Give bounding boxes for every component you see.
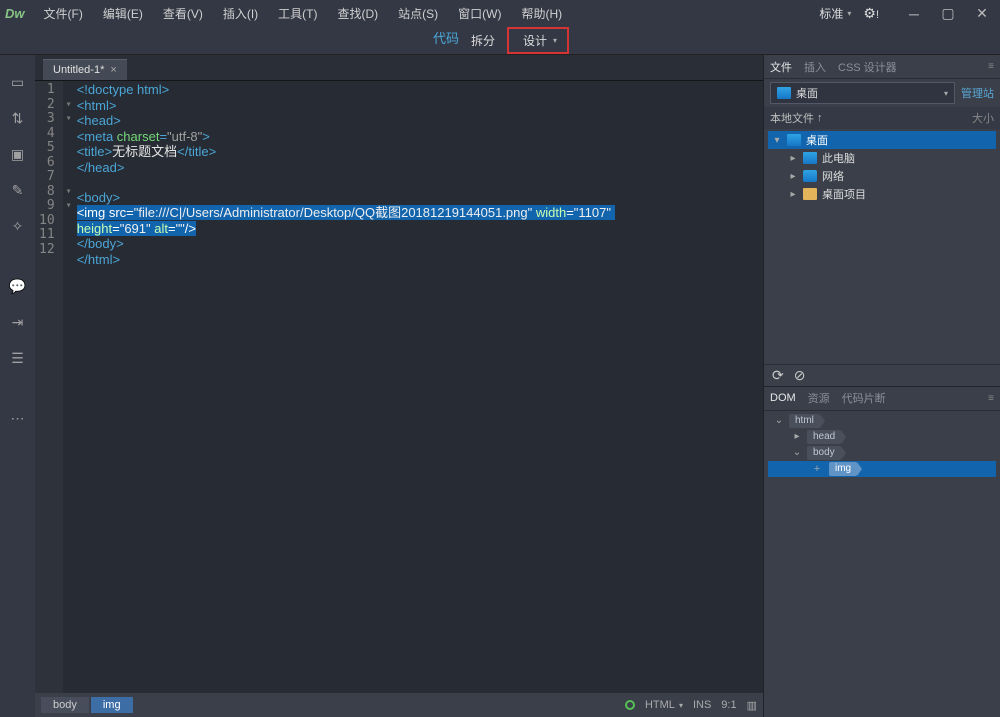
file-tree[interactable]: ▾桌面▸此电脑▸网络▸桌面项目 bbox=[764, 129, 1000, 364]
dom-tree-item[interactable]: ⌄html bbox=[768, 413, 996, 429]
file-tabstrip: Untitled-1* × bbox=[35, 55, 763, 81]
fold-gutter[interactable]: ▾ ▾ ▾ ▾ bbox=[63, 81, 75, 693]
pc-icon bbox=[803, 152, 817, 164]
crumb-img[interactable]: img bbox=[91, 697, 133, 713]
overview-icon[interactable]: ▥ bbox=[747, 699, 757, 712]
net-icon bbox=[803, 170, 817, 182]
workspace-switcher[interactable]: 标准▾ bbox=[819, 5, 851, 22]
language-selector[interactable]: HTML▾ bbox=[645, 699, 683, 711]
chevron-down-icon: ▾ bbox=[944, 89, 948, 98]
file-tree-item[interactable]: ▸网络 bbox=[768, 167, 996, 185]
dom-tree-item[interactable]: ⌄body bbox=[768, 445, 996, 461]
cursor-position: 9:1 bbox=[721, 699, 736, 711]
file-tree-item[interactable]: ▸桌面项目 bbox=[768, 185, 996, 203]
sync-icon[interactable]: ⊘ bbox=[794, 367, 806, 384]
dom-tree-item[interactable]: ▸head bbox=[768, 429, 996, 445]
files-panel-tabs: 文件 插入 CSS 设计器 ≡ bbox=[764, 55, 1000, 79]
tab-dom[interactable]: DOM bbox=[770, 392, 796, 404]
menu-item[interactable]: 插入(I) bbox=[214, 1, 267, 26]
dom-tree-item[interactable]: +img bbox=[768, 461, 996, 477]
gear-icon[interactable]: ⚙! bbox=[863, 5, 879, 22]
view-split[interactable]: 拆分 bbox=[459, 27, 507, 54]
tab-assets[interactable]: 资源 bbox=[808, 390, 830, 406]
site-dropdown[interactable]: 桌面 ▾ bbox=[770, 82, 955, 104]
menu-item[interactable]: 帮助(H) bbox=[512, 1, 571, 26]
view-code[interactable]: 代码 bbox=[431, 31, 459, 50]
options-icon[interactable]: ⇅ bbox=[9, 109, 27, 127]
code-editor[interactable]: <!doctype html> <html> <head> <meta char… bbox=[75, 81, 763, 693]
left-toolbar: ▭ ⇅ ▣ ✎ ✧ 💬 ⇥ ☰ ⋯ bbox=[0, 55, 35, 717]
desktop-icon bbox=[787, 134, 801, 146]
files-subheader: 本地文件 ↑ 大小 bbox=[764, 107, 1000, 129]
menu-item[interactable]: 查找(D) bbox=[328, 1, 387, 26]
dom-tree[interactable]: ⌄html▸head⌄body+img bbox=[764, 411, 1000, 479]
dom-panel-tabs: DOM 资源 代码片断 ≡ bbox=[764, 387, 1000, 411]
tab-css-designer[interactable]: CSS 设计器 bbox=[838, 59, 897, 75]
menu-items: 文件(F)编辑(E)查看(V)插入(I)工具(T)查找(D)站点(S)窗口(W)… bbox=[35, 1, 572, 26]
panel-menu-icon[interactable]: ≡ bbox=[988, 61, 994, 72]
chevron-down-icon: ▾ bbox=[553, 36, 557, 45]
crumb-body[interactable]: body bbox=[41, 697, 89, 713]
tab-insert[interactable]: 插入 bbox=[804, 59, 826, 75]
menu-item[interactable]: 窗口(W) bbox=[449, 1, 510, 26]
tab-snippets[interactable]: 代码片断 bbox=[842, 390, 886, 406]
minimize-button[interactable]: ─ bbox=[901, 4, 927, 24]
view-switcher: 代码 拆分 设计▾ bbox=[0, 27, 1000, 55]
more-icon[interactable]: ⋯ bbox=[9, 409, 27, 427]
brush-icon[interactable]: ✧ bbox=[9, 217, 27, 235]
menu-item[interactable]: 工具(T) bbox=[269, 1, 326, 26]
file-tree-item[interactable]: ▸此电脑 bbox=[768, 149, 996, 167]
app-logo: Dw bbox=[5, 6, 25, 21]
chevron-down-icon: ▾ bbox=[847, 9, 851, 18]
wand-icon[interactable]: ✎ bbox=[9, 181, 27, 199]
panel-menu-icon[interactable]: ≡ bbox=[988, 393, 994, 404]
tab-files[interactable]: 文件 bbox=[770, 59, 792, 75]
add-icon[interactable]: + bbox=[810, 463, 824, 475]
view-design[interactable]: 设计▾ bbox=[507, 27, 569, 54]
file-tree-item[interactable]: ▾桌面 bbox=[768, 131, 996, 149]
menu-item[interactable]: 站点(S) bbox=[389, 1, 447, 26]
indent-icon[interactable]: ⇥ bbox=[9, 313, 27, 331]
folder-icon bbox=[803, 188, 817, 200]
comment-icon[interactable]: 💬 bbox=[9, 277, 27, 295]
file-tab[interactable]: Untitled-1* × bbox=[43, 59, 127, 80]
menu-item[interactable]: 编辑(E) bbox=[94, 1, 152, 26]
document-icon[interactable]: ▭ bbox=[9, 73, 27, 91]
close-icon[interactable]: × bbox=[110, 64, 116, 76]
menu-item[interactable]: 文件(F) bbox=[35, 1, 92, 26]
menubar: Dw 文件(F)编辑(E)查看(V)插入(I)工具(T)查找(D)站点(S)窗口… bbox=[0, 0, 1000, 27]
status-indicator-icon bbox=[625, 700, 635, 710]
preview-icon[interactable]: ▣ bbox=[9, 145, 27, 163]
refresh-icon[interactable]: ⟳ bbox=[772, 367, 784, 384]
format-icon[interactable]: ☰ bbox=[9, 349, 27, 367]
maximize-button[interactable]: ▢ bbox=[935, 4, 961, 24]
menu-item[interactable]: 查看(V) bbox=[154, 1, 212, 26]
line-gutter: 1 2 3 4 5 6 7 8 9 10 11 12 bbox=[35, 81, 63, 693]
desktop-icon bbox=[777, 87, 791, 99]
manage-sites-link[interactable]: 管理站 bbox=[961, 85, 994, 101]
insert-mode[interactable]: INS bbox=[693, 699, 711, 711]
close-button[interactable]: ✕ bbox=[969, 4, 995, 24]
status-bar: body img HTML▾ INS 9:1 ▥ bbox=[35, 693, 763, 717]
